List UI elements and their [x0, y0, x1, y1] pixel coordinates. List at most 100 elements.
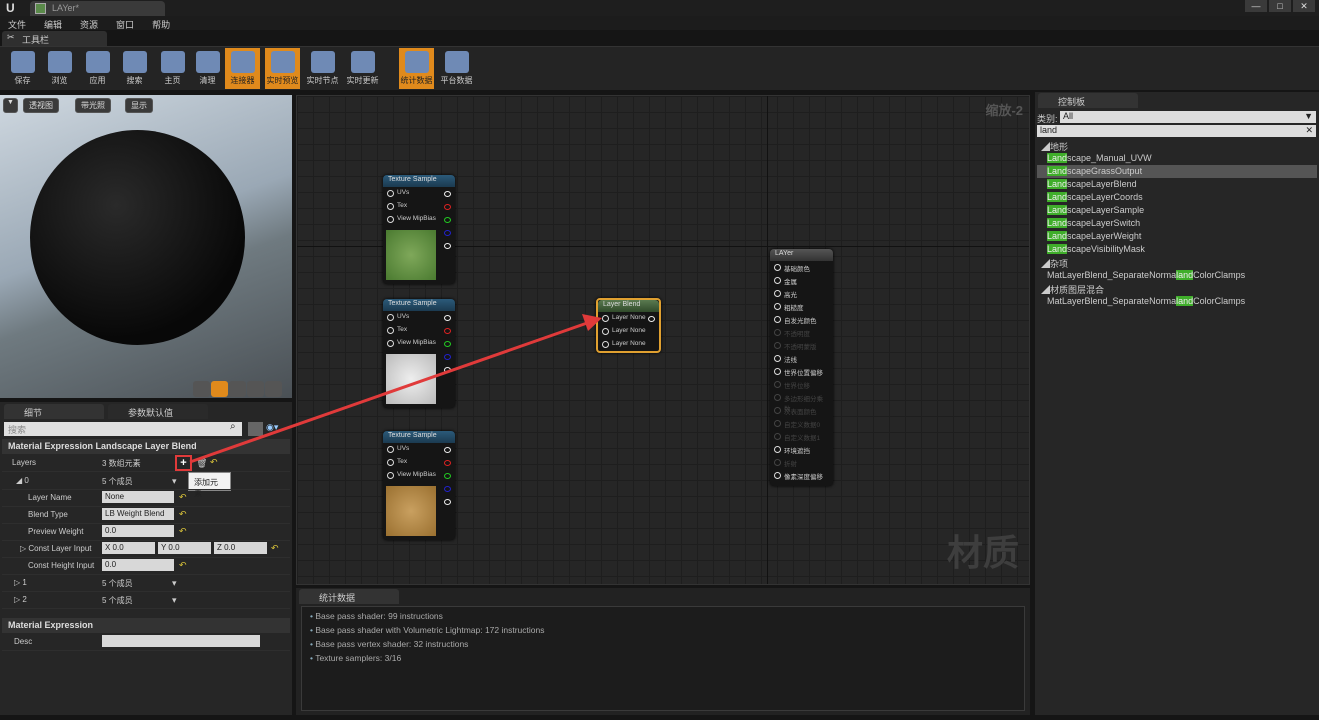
- minimize-button[interactable]: —: [1245, 0, 1267, 12]
- menu-item[interactable]: 帮助: [152, 18, 170, 30]
- output-pin[interactable]: [648, 316, 655, 322]
- menu-item[interactable]: 文件: [8, 18, 26, 30]
- section-landscape-layer-blend[interactable]: Material Expression Landscape Layer Blen…: [2, 439, 290, 454]
- category-select[interactable]: All ▼: [1060, 111, 1316, 123]
- output-pin[interactable]: [444, 191, 451, 197]
- output-pin[interactable]: [444, 243, 451, 249]
- maximize-button[interactable]: □: [1269, 0, 1291, 12]
- texture-sample-node[interactable]: Texture Sample UVs Tex View MipBias: [383, 175, 455, 284]
- toolbar-button[interactable]: 清理: [190, 48, 225, 89]
- tab-details[interactable]: 细节: [4, 404, 104, 419]
- const-layer-x-input[interactable]: X 0.0: [102, 542, 155, 554]
- section-material-expression[interactable]: Material Expression: [2, 618, 290, 633]
- layer-blend-node[interactable]: Layer Blend Layer None Layer None Layer Non…: [596, 298, 661, 353]
- palette-category[interactable]: ◢杂项: [1037, 256, 1317, 269]
- output-pin[interactable]: [444, 460, 451, 466]
- const-height-input[interactable]: 0.0: [102, 559, 174, 571]
- toolbar-tab[interactable]: ✂ 工具栏: [2, 31, 107, 46]
- clear-search-icon[interactable]: ✕: [1305, 125, 1313, 136]
- output-pin[interactable]: [444, 354, 451, 360]
- material-input-pin[interactable]: 高光: [770, 287, 833, 300]
- palette-item[interactable]: MatLayerBlend_SeparateNormalandColorClam…: [1037, 295, 1317, 308]
- texture-sample-node[interactable]: Texture Sample UVs Tex View MipBias: [383, 431, 455, 540]
- output-pin[interactable]: [444, 230, 451, 236]
- material-input-pin[interactable]: 折射: [770, 456, 833, 469]
- plane-shape-button[interactable]: [229, 381, 246, 397]
- palette-item[interactable]: Landscape_Manual_UVW: [1037, 152, 1317, 165]
- tab-parameter-defaults[interactable]: 参数默认值: [108, 404, 208, 419]
- const-layer-y-input[interactable]: Y 0.0: [158, 542, 211, 554]
- tab-palette[interactable]: 控制板: [1038, 93, 1138, 108]
- palette-item[interactable]: MatLayerBlend_SeparateNormalandColorClam…: [1037, 269, 1317, 282]
- material-input-pin[interactable]: 多边形细分乘数: [770, 391, 833, 413]
- palette-item[interactable]: LandscapeLayerSwitch: [1037, 217, 1317, 230]
- toolbar-button[interactable]: 连接器: [225, 48, 260, 89]
- chevron-down-icon[interactable]: ▾: [172, 595, 177, 606]
- details-search-input[interactable]: 搜索: [4, 422, 242, 436]
- reset-icon[interactable]: ↶: [179, 526, 187, 537]
- reset-icon[interactable]: ↶: [271, 543, 279, 554]
- toolbar-button[interactable]: 平台数据: [439, 48, 474, 89]
- reset-icon[interactable]: ↶: [210, 457, 218, 468]
- palette-item[interactable]: LandscapeVisibilityMask: [1037, 243, 1317, 256]
- output-pin[interactable]: [444, 328, 451, 334]
- toolbar-button[interactable]: 主页: [155, 48, 190, 89]
- tab-stats[interactable]: 统计数据: [299, 589, 399, 604]
- toolbar-button[interactable]: 实时预览: [265, 48, 300, 89]
- toolbar-button[interactable]: 保存: [5, 48, 40, 89]
- material-input-pin[interactable]: 自发光颜色: [770, 313, 833, 326]
- reset-icon[interactable]: ↶: [179, 560, 187, 571]
- document-tab[interactable]: LAYer*: [30, 1, 165, 16]
- reset-icon[interactable]: ↶: [179, 509, 187, 520]
- material-input-pin[interactable]: 自定义数据1: [770, 430, 833, 443]
- output-pin[interactable]: [444, 486, 451, 492]
- output-pin[interactable]: [444, 499, 451, 505]
- show-button[interactable]: 显示: [125, 98, 153, 113]
- output-pin[interactable]: [444, 473, 451, 479]
- output-pin[interactable]: [444, 204, 451, 210]
- sphere-shape-button[interactable]: [211, 381, 228, 397]
- palette-item[interactable]: LandscapeLayerBlend: [1037, 178, 1317, 191]
- const-layer-z-input[interactable]: Z 0.0: [214, 542, 267, 554]
- cube-shape-button[interactable]: [247, 381, 264, 397]
- palette-item[interactable]: LandscapeGrassOutput: [1037, 165, 1317, 178]
- palette-category[interactable]: ◢材质图层混合: [1037, 282, 1317, 295]
- palette-search-input[interactable]: land ✕: [1037, 125, 1316, 137]
- toolbar-button[interactable]: 搜索: [117, 48, 152, 89]
- toolbar-button[interactable]: 应用: [80, 48, 115, 89]
- toolbar-button[interactable]: 统计数据: [399, 48, 434, 89]
- material-input-pin[interactable]: 粗糙度: [770, 300, 833, 313]
- lit-button[interactable]: 带光照: [75, 98, 111, 113]
- layer-1-row[interactable]: ▷ 15 个成员 ▾: [2, 575, 290, 592]
- preview-viewport[interactable]: ▼ 透视图 带光照 显示: [0, 95, 292, 398]
- view-options-grid-icon[interactable]: [248, 422, 263, 436]
- output-pin[interactable]: [444, 341, 451, 347]
- material-input-pin[interactable]: 世界位移: [770, 378, 833, 391]
- material-input-pin[interactable]: 不透明蒙版: [770, 339, 833, 352]
- output-pin[interactable]: [444, 367, 451, 373]
- close-button[interactable]: ✕: [1293, 0, 1315, 12]
- perspective-button[interactable]: 透视图: [23, 98, 59, 113]
- layer-input-pin[interactable]: Layer None: [598, 338, 659, 351]
- palette-item[interactable]: LandscapeLayerSample: [1037, 204, 1317, 217]
- material-graph[interactable]: 缩放-2 材质 Texture Sample UVs Tex View MipBias…: [296, 95, 1030, 585]
- blend-type-select[interactable]: LB Weight Blend: [102, 508, 174, 520]
- toolbar-button[interactable]: 浏览: [42, 48, 77, 89]
- texture-sample-node[interactable]: Texture Sample UVs Tex View MipBias: [383, 299, 455, 408]
- reset-icon[interactable]: ↶: [179, 492, 187, 503]
- eye-icon[interactable]: ◉▾: [266, 422, 278, 433]
- material-input-pin[interactable]: 法线: [770, 352, 833, 365]
- palette-item[interactable]: LandscapeLayerWeight: [1037, 230, 1317, 243]
- custom-mesh-button[interactable]: [265, 381, 282, 397]
- toolbar-button[interactable]: 实时更新: [345, 48, 380, 89]
- material-input-pin[interactable]: 自定义数据0: [770, 417, 833, 430]
- menu-item[interactable]: 窗口: [116, 18, 134, 30]
- material-input-pin[interactable]: 次表面颜色: [770, 404, 833, 417]
- chevron-down-icon[interactable]: ▾: [172, 476, 177, 487]
- cylinder-shape-button[interactable]: [193, 381, 210, 397]
- palette-item[interactable]: LandscapeLayerCoords: [1037, 191, 1317, 204]
- trash-icon[interactable]: 🗑: [196, 458, 207, 469]
- material-input-pin[interactable]: 环境遮挡: [770, 443, 833, 456]
- material-input-pin[interactable]: 像素深度偏移: [770, 469, 833, 482]
- material-result-node[interactable]: LAYer 基础颜色 金属 高光 粗糙度 自发光颜色 不透明度 不透明蒙版 法线 世界位置偏移 世界…: [770, 249, 833, 486]
